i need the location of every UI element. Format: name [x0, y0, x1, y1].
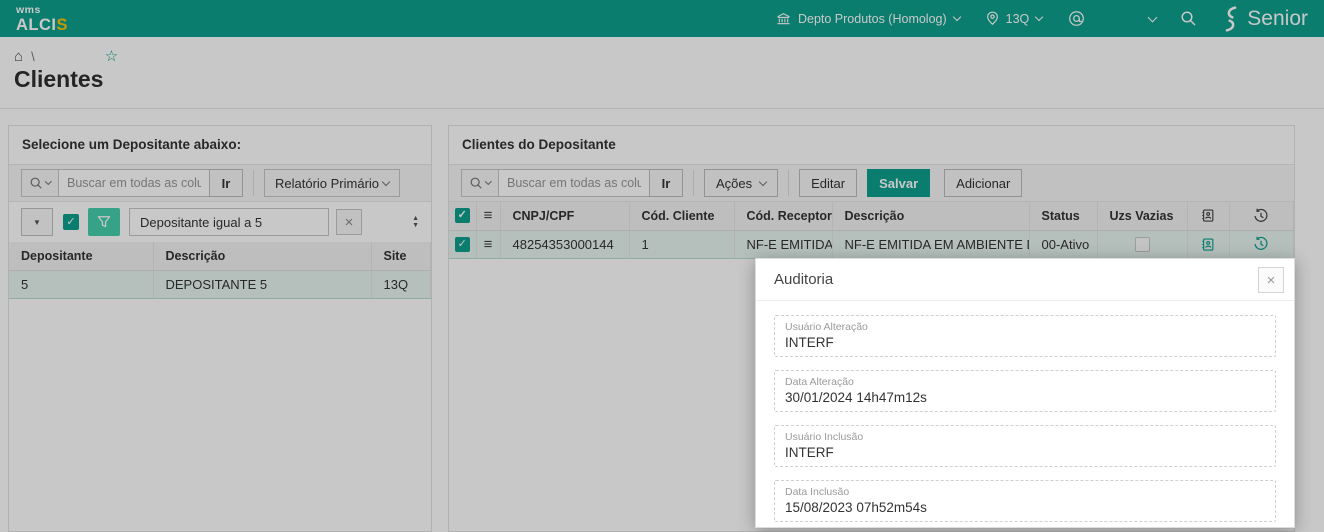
auditoria-modal: Auditoria × Usuário Alteração INTERF Dat… — [755, 258, 1295, 528]
field-label: Usuário Inclusão — [785, 431, 864, 443]
modal-header: Auditoria — [756, 259, 1294, 301]
field-usuario-inclusao: Usuário Inclusão INTERF — [774, 425, 1276, 467]
field-label: Data Alteração — [785, 376, 854, 388]
field-usuario-alteracao: Usuário Alteração INTERF — [774, 315, 1276, 357]
close-button[interactable]: × — [1258, 267, 1284, 293]
app-window: wms ALCIS Depto Produtos (Homolog) 13Q S… — [0, 0, 1324, 532]
field-value: INTERF — [785, 445, 834, 460]
modal-body: Usuário Alteração INTERF Data Alteração … — [756, 301, 1294, 522]
field-value: 15/08/2023 07h52m54s — [785, 500, 927, 515]
field-data-alteracao: Data Alteração 30/01/2024 14h47m12s — [774, 370, 1276, 412]
field-label: Usuário Alteração — [785, 321, 868, 333]
modal-title: Auditoria — [774, 271, 834, 288]
field-data-inclusao: Data Inclusão 15/08/2023 07h52m54s — [774, 480, 1276, 522]
field-value: INTERF — [785, 335, 834, 350]
field-label: Data Inclusão — [785, 486, 850, 498]
field-value: 30/01/2024 14h47m12s — [785, 390, 927, 405]
